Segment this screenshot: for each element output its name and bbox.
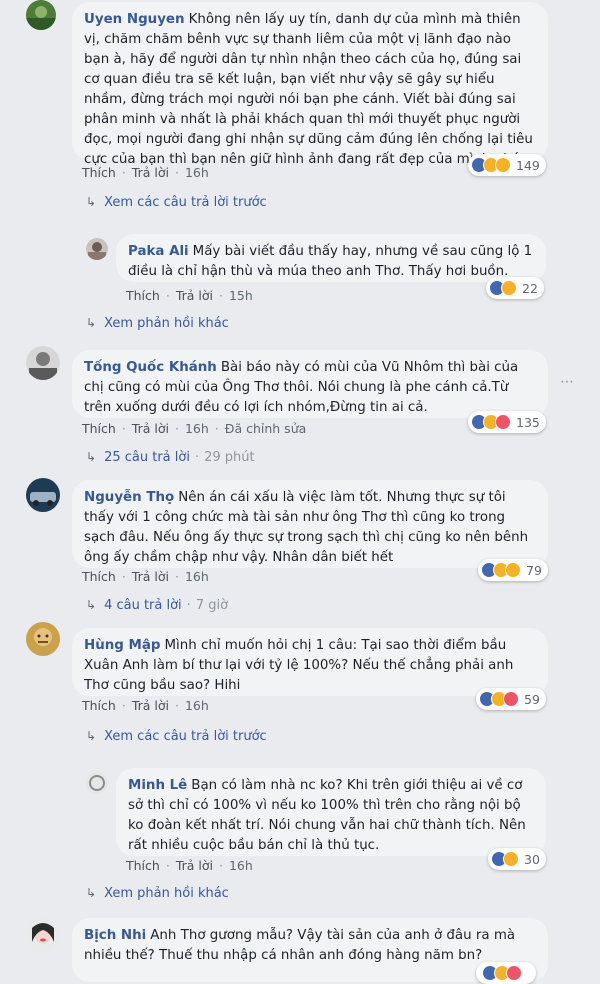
comment-bubble: Uyen Nguyen Không nên lấy uy tín, danh dự… <box>72 2 548 167</box>
reaction-summary[interactable]: 30 <box>488 848 546 870</box>
comment-actions: Thích · Trả lời · 16h <box>82 165 209 180</box>
comment-text: Bạn có làm nhà nc ko? Khi trên giới thiệ… <box>128 778 526 853</box>
like-link[interactable]: Thích <box>126 858 160 873</box>
love-reaction-icon <box>506 965 522 981</box>
timestamp[interactable]: 16h <box>185 698 209 713</box>
avatar[interactable] <box>86 772 108 794</box>
wow-reaction-icon <box>505 562 521 578</box>
reaction-count: 149 <box>516 157 540 173</box>
reaction-count: 79 <box>526 562 542 578</box>
commenter-name[interactable]: Bịch Nhi <box>84 928 146 943</box>
reply-time: 29 phút <box>204 450 255 465</box>
avatar[interactable] <box>26 0 56 30</box>
wow-reaction-icon <box>495 157 511 173</box>
commenter-name[interactable]: Minh Lê <box>128 778 187 793</box>
love-reaction-icon <box>503 691 519 707</box>
comment-text: Anh Thơ gương mẫu? Vậy tài sản của anh ở… <box>84 928 516 963</box>
reply-link[interactable]: Trả lời <box>132 165 169 180</box>
like-link[interactable]: Thích <box>82 165 116 180</box>
comment-actions: Thích · Trả lời · 16h <box>82 698 209 713</box>
comment-bubble: Hùng Mập Mình chỉ muốn hỏi chị 1 câu: Tại… <box>72 628 548 696</box>
view-previous-replies[interactable]: ↳ Xem các câu trả lời trước <box>86 729 267 744</box>
reply-bubble: Paka Ali Mấy bài viết đầu thấy hay, nhưng… <box>116 234 546 282</box>
reply-link[interactable]: Trả lời <box>132 569 169 584</box>
reply-arrow-icon: ↳ <box>86 195 97 209</box>
comment-actions: Thích · Trả lời · 16h · Đã chỉnh sửa <box>82 421 307 436</box>
comment-bubble: Tống Quốc Khánh Bài báo này có mùi của Vũ… <box>72 350 548 418</box>
like-link[interactable]: Thích <box>126 288 160 303</box>
reply-link[interactable]: Trả lời <box>132 421 169 436</box>
comment-bubble: Nguyễn Thọ Nên án cái xấu là việc làm tốt… <box>72 480 548 568</box>
timestamp[interactable]: 16h <box>185 165 209 180</box>
reaction-summary[interactable]: 22 <box>486 277 544 299</box>
reply-link[interactable]: Trả lời <box>176 858 213 873</box>
more-options-icon[interactable]: ⋯ <box>560 374 574 390</box>
commenter-name[interactable]: Hùng Mập <box>84 638 160 653</box>
reply-arrow-icon: ↳ <box>86 729 97 743</box>
view-replies[interactable]: ↳ 4 câu trả lời · 7 giờ <box>86 598 228 613</box>
avatar[interactable] <box>86 238 108 260</box>
like-link[interactable]: Thích <box>82 421 116 436</box>
edited-label[interactable]: Đã chỉnh sửa <box>225 421 307 436</box>
view-more-replies[interactable]: ↳ Xem phản hồi khác <box>86 316 229 331</box>
avatar[interactable] <box>26 918 60 952</box>
view-previous-replies[interactable]: ↳ Xem các câu trả lời trước <box>86 195 267 210</box>
reaction-count: 22 <box>522 280 538 296</box>
comment-text: Không nên lấy uy tín, danh dự của mình m… <box>84 12 533 167</box>
reaction-summary[interactable]: 135 <box>468 411 546 433</box>
comment-actions: Thích · Trả lời · 16h <box>82 569 209 584</box>
timestamp[interactable]: 16h <box>229 858 253 873</box>
haha-reaction-icon <box>503 851 519 867</box>
love-reaction-icon <box>495 414 511 430</box>
timestamp[interactable]: 15h <box>229 288 253 303</box>
reply-arrow-icon: ↳ <box>86 316 97 330</box>
view-more-replies[interactable]: ↳ Xem phản hồi khác <box>86 886 229 901</box>
view-replies[interactable]: ↳ 25 câu trả lời · 29 phút <box>86 450 255 465</box>
haha-reaction-icon <box>501 280 517 296</box>
timestamp[interactable]: 16h <box>185 569 209 584</box>
reply-arrow-icon: ↳ <box>86 886 97 900</box>
reaction-count: 135 <box>516 414 540 430</box>
reaction-summary[interactable] <box>476 962 536 984</box>
reaction-summary[interactable]: 149 <box>468 154 546 176</box>
reply-link[interactable]: Trả lời <box>132 698 169 713</box>
reply-link[interactable]: Trả lời <box>176 288 213 303</box>
reply-bubble: Minh Lê Bạn có làm nhà nc ko? Khi trên gi… <box>116 768 546 856</box>
reaction-summary[interactable]: 79 <box>478 559 548 581</box>
reply-time: 7 giờ <box>195 598 229 613</box>
timestamp[interactable]: 16h <box>185 421 209 436</box>
reaction-count: 59 <box>524 691 540 707</box>
like-link[interactable]: Thích <box>82 569 116 584</box>
commenter-name[interactable]: Nguyễn Thọ <box>84 490 174 505</box>
avatar[interactable] <box>26 478 60 512</box>
reaction-summary[interactable]: 59 <box>476 688 546 710</box>
comment-actions: Thích · Trả lời · 15h <box>126 288 253 303</box>
commenter-name[interactable]: Tống Quốc Khánh <box>84 360 217 375</box>
comment-actions: Thích · Trả lời · 16h <box>126 858 253 873</box>
commenter-name[interactable]: Paka Ali <box>128 244 189 259</box>
reply-arrow-icon: ↳ <box>86 450 97 464</box>
reply-arrow-icon: ↳ <box>86 598 97 612</box>
avatar[interactable] <box>26 622 60 656</box>
reaction-count: 30 <box>524 851 540 867</box>
like-link[interactable]: Thích <box>82 698 116 713</box>
avatar[interactable] <box>26 346 60 380</box>
commenter-name[interactable]: Uyen Nguyen <box>84 12 185 27</box>
